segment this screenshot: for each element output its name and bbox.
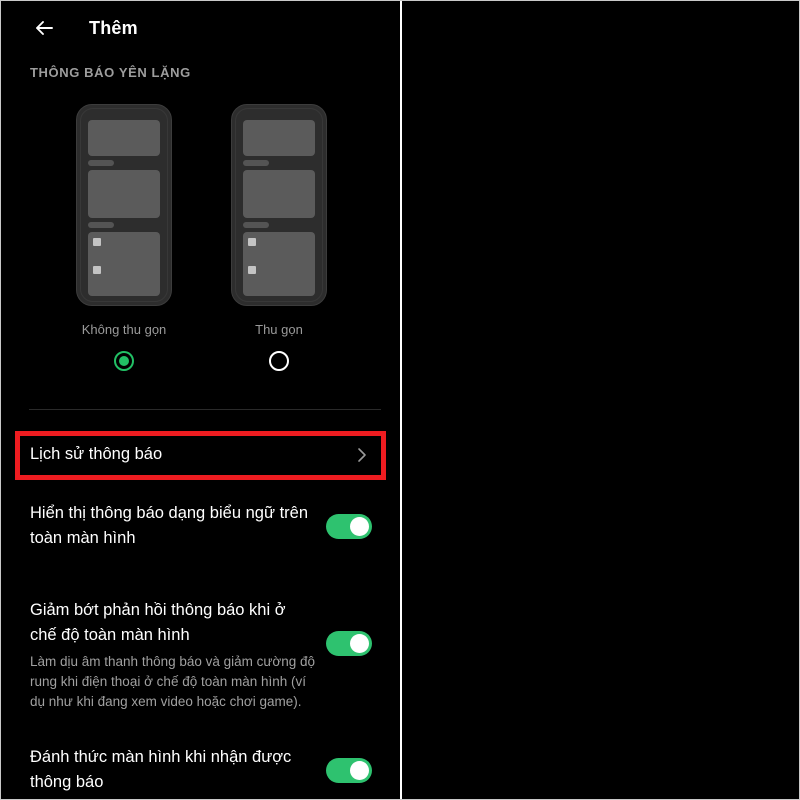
left-panel-more-settings: Thêm THÔNG BÁO YÊN LẶNG Không thu gọn Th… xyxy=(1,1,400,799)
row-title: Đánh thức màn hình khi nhận được thông b… xyxy=(30,748,292,791)
toggle-knob xyxy=(350,516,369,536)
page-title: Thêm xyxy=(89,17,138,38)
row-title: Giảm bớt phản hồi thông báo khi ở chế độ… xyxy=(30,601,286,644)
mock-group-label xyxy=(243,160,269,166)
mock-group-label xyxy=(88,160,114,166)
toggle-knob xyxy=(350,760,369,780)
radio-collapsed[interactable] xyxy=(269,351,289,371)
mock-notification-block xyxy=(88,170,160,218)
toggle-wrap xyxy=(326,757,372,783)
row-reduce-feedback[interactable]: Giảm bớt phản hồi thông báo khi ở chế độ… xyxy=(30,598,372,712)
right-panel-notification-history: Lịch sử thông báo Lịch sử thông báo xyxy=(402,1,799,799)
mock-notification-block xyxy=(88,120,160,156)
toggle-knob xyxy=(350,634,369,653)
toggle-wrap xyxy=(326,513,372,539)
row-notification-history[interactable]: Lịch sử thông báo xyxy=(30,442,372,467)
row-subtitle: Làm dịu âm thanh thông báo và giảm cường… xyxy=(30,654,316,709)
notification-style-options: Không thu gọn Thu gọn xyxy=(30,104,370,384)
toggle-reduce-feedback[interactable] xyxy=(326,631,372,656)
screenshot-root: Thêm THÔNG BÁO YÊN LẶNG Không thu gọn Th… xyxy=(0,0,800,800)
mock-app-icon xyxy=(93,238,101,246)
chevron-right-icon xyxy=(352,445,372,465)
mock-notification-block xyxy=(243,170,315,218)
style-option-label: Thu gọn xyxy=(255,322,303,337)
row-title: Hiển thị thông báo dạng biểu ngữ trên to… xyxy=(30,504,309,547)
toggle-banner-fullscreen[interactable] xyxy=(326,513,372,539)
row-title: Lịch sử thông báo xyxy=(30,445,163,463)
mock-notification-block xyxy=(243,120,315,156)
mock-group-label xyxy=(88,222,114,228)
row-banner-fullscreen[interactable]: Hiển thị thông báo dạng biểu ngữ trên to… xyxy=(30,501,372,551)
left-appbar: Thêm xyxy=(31,15,138,41)
style-option-expanded[interactable]: Không thu gọn xyxy=(49,104,199,371)
section-header-silent-notifications: THÔNG BÁO YÊN LẶNG xyxy=(30,65,191,80)
mock-app-icon xyxy=(248,238,256,246)
phone-mockup-icon xyxy=(231,104,327,306)
mock-app-icon xyxy=(93,266,101,274)
style-option-label: Không thu gọn xyxy=(81,322,167,337)
row-wake-screen[interactable]: Đánh thức màn hình khi nhận được thông b… xyxy=(30,745,372,795)
style-option-collapsed[interactable]: Thu gọn xyxy=(204,104,354,371)
mock-group-label xyxy=(243,222,269,228)
toggle-wrap xyxy=(326,631,372,656)
radio-expanded[interactable] xyxy=(114,351,134,371)
back-arrow-icon[interactable] xyxy=(31,15,57,41)
divider xyxy=(29,409,381,410)
phone-mockup-icon xyxy=(76,104,172,306)
toggle-wake-screen[interactable] xyxy=(326,757,372,783)
mock-app-icon xyxy=(248,266,256,274)
